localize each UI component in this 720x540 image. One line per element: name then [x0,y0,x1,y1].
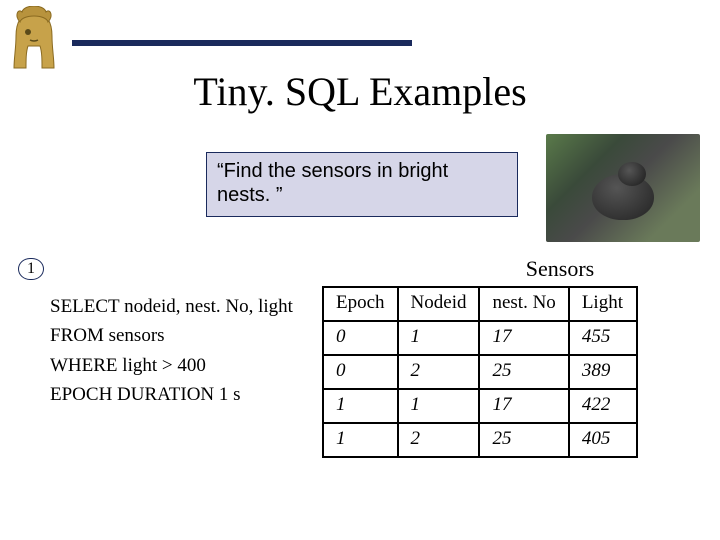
title-rule [72,40,412,46]
bird-photo [546,134,700,242]
sensors-table: Epoch Nodeid nest. No Light 0 1 17 455 0… [322,286,638,458]
query-description-box: “Find the sensors in bright nests. ” [206,152,518,217]
table-row: 0 1 17 455 [323,321,637,355]
table-row: 1 1 17 422 [323,389,637,423]
cell: 25 [479,423,568,457]
table-row: 1 2 25 405 [323,423,637,457]
cell: 17 [479,389,568,423]
example-number-badge: 1 [18,258,44,280]
cell: 0 [323,321,398,355]
cell: 1 [323,423,398,457]
query-description-text: “Find the sensors in bright nests. ” [217,160,448,206]
slide-title: Tiny. SQL Examples [0,68,720,115]
col-nodeid: Nodeid [398,287,480,321]
table-row: 0 2 25 389 [323,355,637,389]
cell: 0 [323,355,398,389]
cell: 1 [323,389,398,423]
query-line-select: SELECT nodeid, nest. No, light [50,292,293,321]
sql-query-block: SELECT nodeid, nest. No, light FROM sens… [50,292,293,410]
cell: 1 [398,389,480,423]
col-epoch: Epoch [323,287,398,321]
col-light: Light [569,287,637,321]
query-line-from: FROM sensors [50,321,293,350]
cell: 405 [569,423,637,457]
table-header-row: Epoch Nodeid nest. No Light [323,287,637,321]
cell: 2 [398,423,480,457]
col-nestno: nest. No [479,287,568,321]
cell: 17 [479,321,568,355]
cell: 2 [398,355,480,389]
cell: 389 [569,355,637,389]
cell: 422 [569,389,637,423]
query-line-epoch: EPOCH DURATION 1 s [50,380,293,409]
cell: 25 [479,355,568,389]
helmet-logo-icon [6,6,62,76]
sensors-table-title: Sensors [430,256,690,282]
cell: 455 [569,321,637,355]
query-line-where: WHERE light > 400 [50,351,293,380]
cell: 1 [398,321,480,355]
